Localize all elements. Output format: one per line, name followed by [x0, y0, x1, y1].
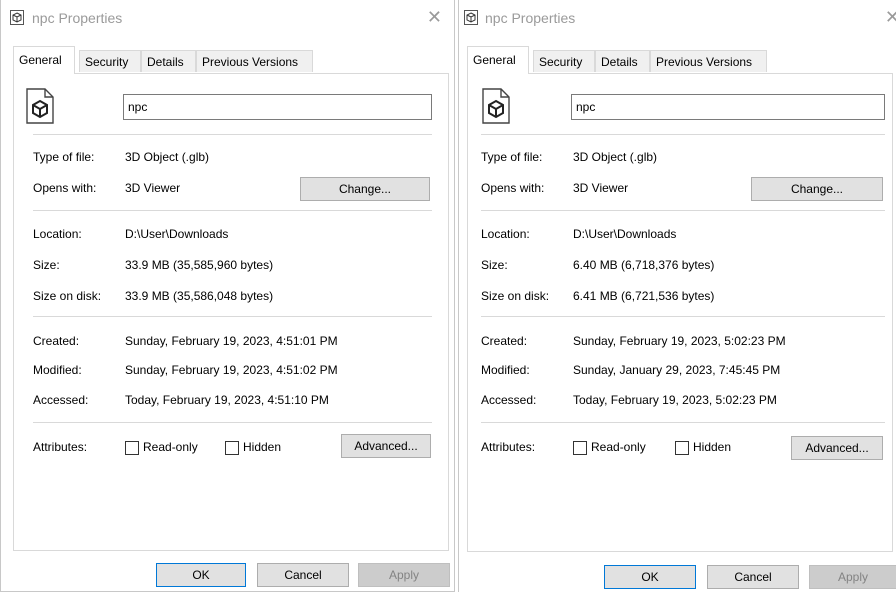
- separator: [481, 210, 885, 211]
- size-value: 6.40 MB (6,718,376 bytes): [573, 258, 715, 272]
- title-bar: npc Properties ✕: [459, 0, 896, 36]
- size-value: 33.9 MB (35,585,960 bytes): [125, 258, 274, 272]
- tab-details[interactable]: Details: [595, 50, 650, 72]
- separator: [481, 134, 885, 135]
- cancel-button[interactable]: Cancel: [707, 565, 799, 589]
- tab-general[interactable]: General: [13, 46, 75, 74]
- advanced-button[interactable]: Advanced...: [341, 434, 431, 458]
- hidden-label: Hidden: [693, 440, 732, 454]
- separator: [481, 316, 885, 317]
- properties-dialog-left: npc Properties ✕ General Security Detail…: [0, 0, 455, 592]
- title-bar: npc Properties ✕: [1, 0, 454, 36]
- ok-button[interactable]: OK: [156, 563, 246, 587]
- created-value: Sunday, February 19, 2023, 4:51:01 PM: [125, 334, 338, 348]
- opens-with-label: Opens with:: [481, 181, 545, 195]
- advanced-button[interactable]: Advanced...: [791, 436, 883, 460]
- properties-dialog-right: npc Properties ✕ General Security Detail…: [458, 0, 896, 592]
- tab-general[interactable]: General: [467, 46, 529, 74]
- separator: [481, 422, 885, 423]
- created-value: Sunday, February 19, 2023, 5:02:23 PM: [573, 334, 786, 348]
- created-label: Created:: [481, 334, 528, 348]
- 3d-object-file-icon: [25, 88, 55, 127]
- size-label: Size:: [33, 258, 60, 272]
- separator: [33, 422, 432, 423]
- hidden-checkbox[interactable]: [675, 441, 689, 455]
- accessed-label: Accessed:: [33, 393, 89, 407]
- type-of-file-value: 3D Object (.glb): [125, 150, 210, 164]
- separator: [33, 316, 432, 317]
- size-on-disk-label: Size on disk:: [33, 289, 102, 303]
- modified-value: Sunday, February 19, 2023, 4:51:02 PM: [125, 363, 338, 377]
- cancel-button[interactable]: Cancel: [257, 563, 349, 587]
- attributes-label: Attributes:: [481, 440, 536, 454]
- tab-security[interactable]: Security: [79, 50, 141, 72]
- modified-label: Modified:: [33, 363, 82, 377]
- ok-button[interactable]: OK: [604, 565, 696, 589]
- readonly-label: Read-only: [143, 440, 198, 454]
- size-on-disk-value: 6.41 MB (6,721,536 bytes): [573, 289, 715, 303]
- readonly-checkbox[interactable]: [573, 441, 587, 455]
- window-title: npc Properties: [485, 10, 576, 26]
- apply-button[interactable]: Apply: [809, 565, 896, 589]
- 3d-object-icon: [464, 10, 478, 25]
- readonly-label: Read-only: [591, 440, 646, 454]
- general-panel: [13, 73, 449, 551]
- opens-with-value: 3D Viewer: [573, 181, 629, 195]
- tab-details[interactable]: Details: [141, 50, 196, 72]
- type-of-file-label: Type of file:: [481, 150, 543, 164]
- accessed-value: Today, February 19, 2023, 5:02:23 PM: [573, 393, 777, 407]
- general-panel: [467, 73, 893, 552]
- size-label: Size:: [481, 258, 508, 272]
- file-name-input[interactable]: [571, 94, 885, 120]
- hidden-label: Hidden: [243, 440, 282, 454]
- hidden-checkbox[interactable]: [225, 441, 239, 455]
- close-icon[interactable]: ✕: [427, 8, 442, 26]
- opens-with-value: 3D Viewer: [125, 181, 181, 195]
- created-label: Created:: [33, 334, 80, 348]
- accessed-value: Today, February 19, 2023, 4:51:10 PM: [125, 393, 329, 407]
- modified-label: Modified:: [481, 363, 530, 377]
- file-name-input[interactable]: [123, 94, 432, 120]
- opens-with-label: Opens with:: [33, 181, 97, 195]
- location-value: D:\User\Downloads: [125, 227, 229, 241]
- tab-previous-versions[interactable]: Previous Versions: [196, 50, 313, 72]
- modified-value: Sunday, January 29, 2023, 7:45:45 PM: [573, 363, 781, 377]
- change-button[interactable]: Change...: [751, 177, 883, 201]
- 3d-object-icon: [10, 10, 24, 25]
- type-of-file-value: 3D Object (.glb): [573, 150, 658, 164]
- attributes-label: Attributes:: [33, 440, 88, 454]
- size-on-disk-value: 33.9 MB (35,586,048 bytes): [125, 289, 274, 303]
- close-icon[interactable]: ✕: [885, 8, 896, 26]
- change-button[interactable]: Change...: [300, 177, 430, 201]
- window-title: npc Properties: [32, 10, 123, 26]
- type-of-file-label: Type of file:: [33, 150, 95, 164]
- tab-previous-versions[interactable]: Previous Versions: [650, 50, 767, 72]
- 3d-object-file-icon: [481, 88, 511, 127]
- size-on-disk-label: Size on disk:: [481, 289, 550, 303]
- accessed-label: Accessed:: [481, 393, 537, 407]
- separator: [33, 134, 432, 135]
- location-label: Location:: [481, 227, 530, 241]
- separator: [33, 210, 432, 211]
- readonly-checkbox[interactable]: [125, 441, 139, 455]
- location-label: Location:: [33, 227, 82, 241]
- location-value: D:\User\Downloads: [573, 227, 677, 241]
- tab-security[interactable]: Security: [533, 50, 595, 72]
- apply-button[interactable]: Apply: [358, 563, 450, 587]
